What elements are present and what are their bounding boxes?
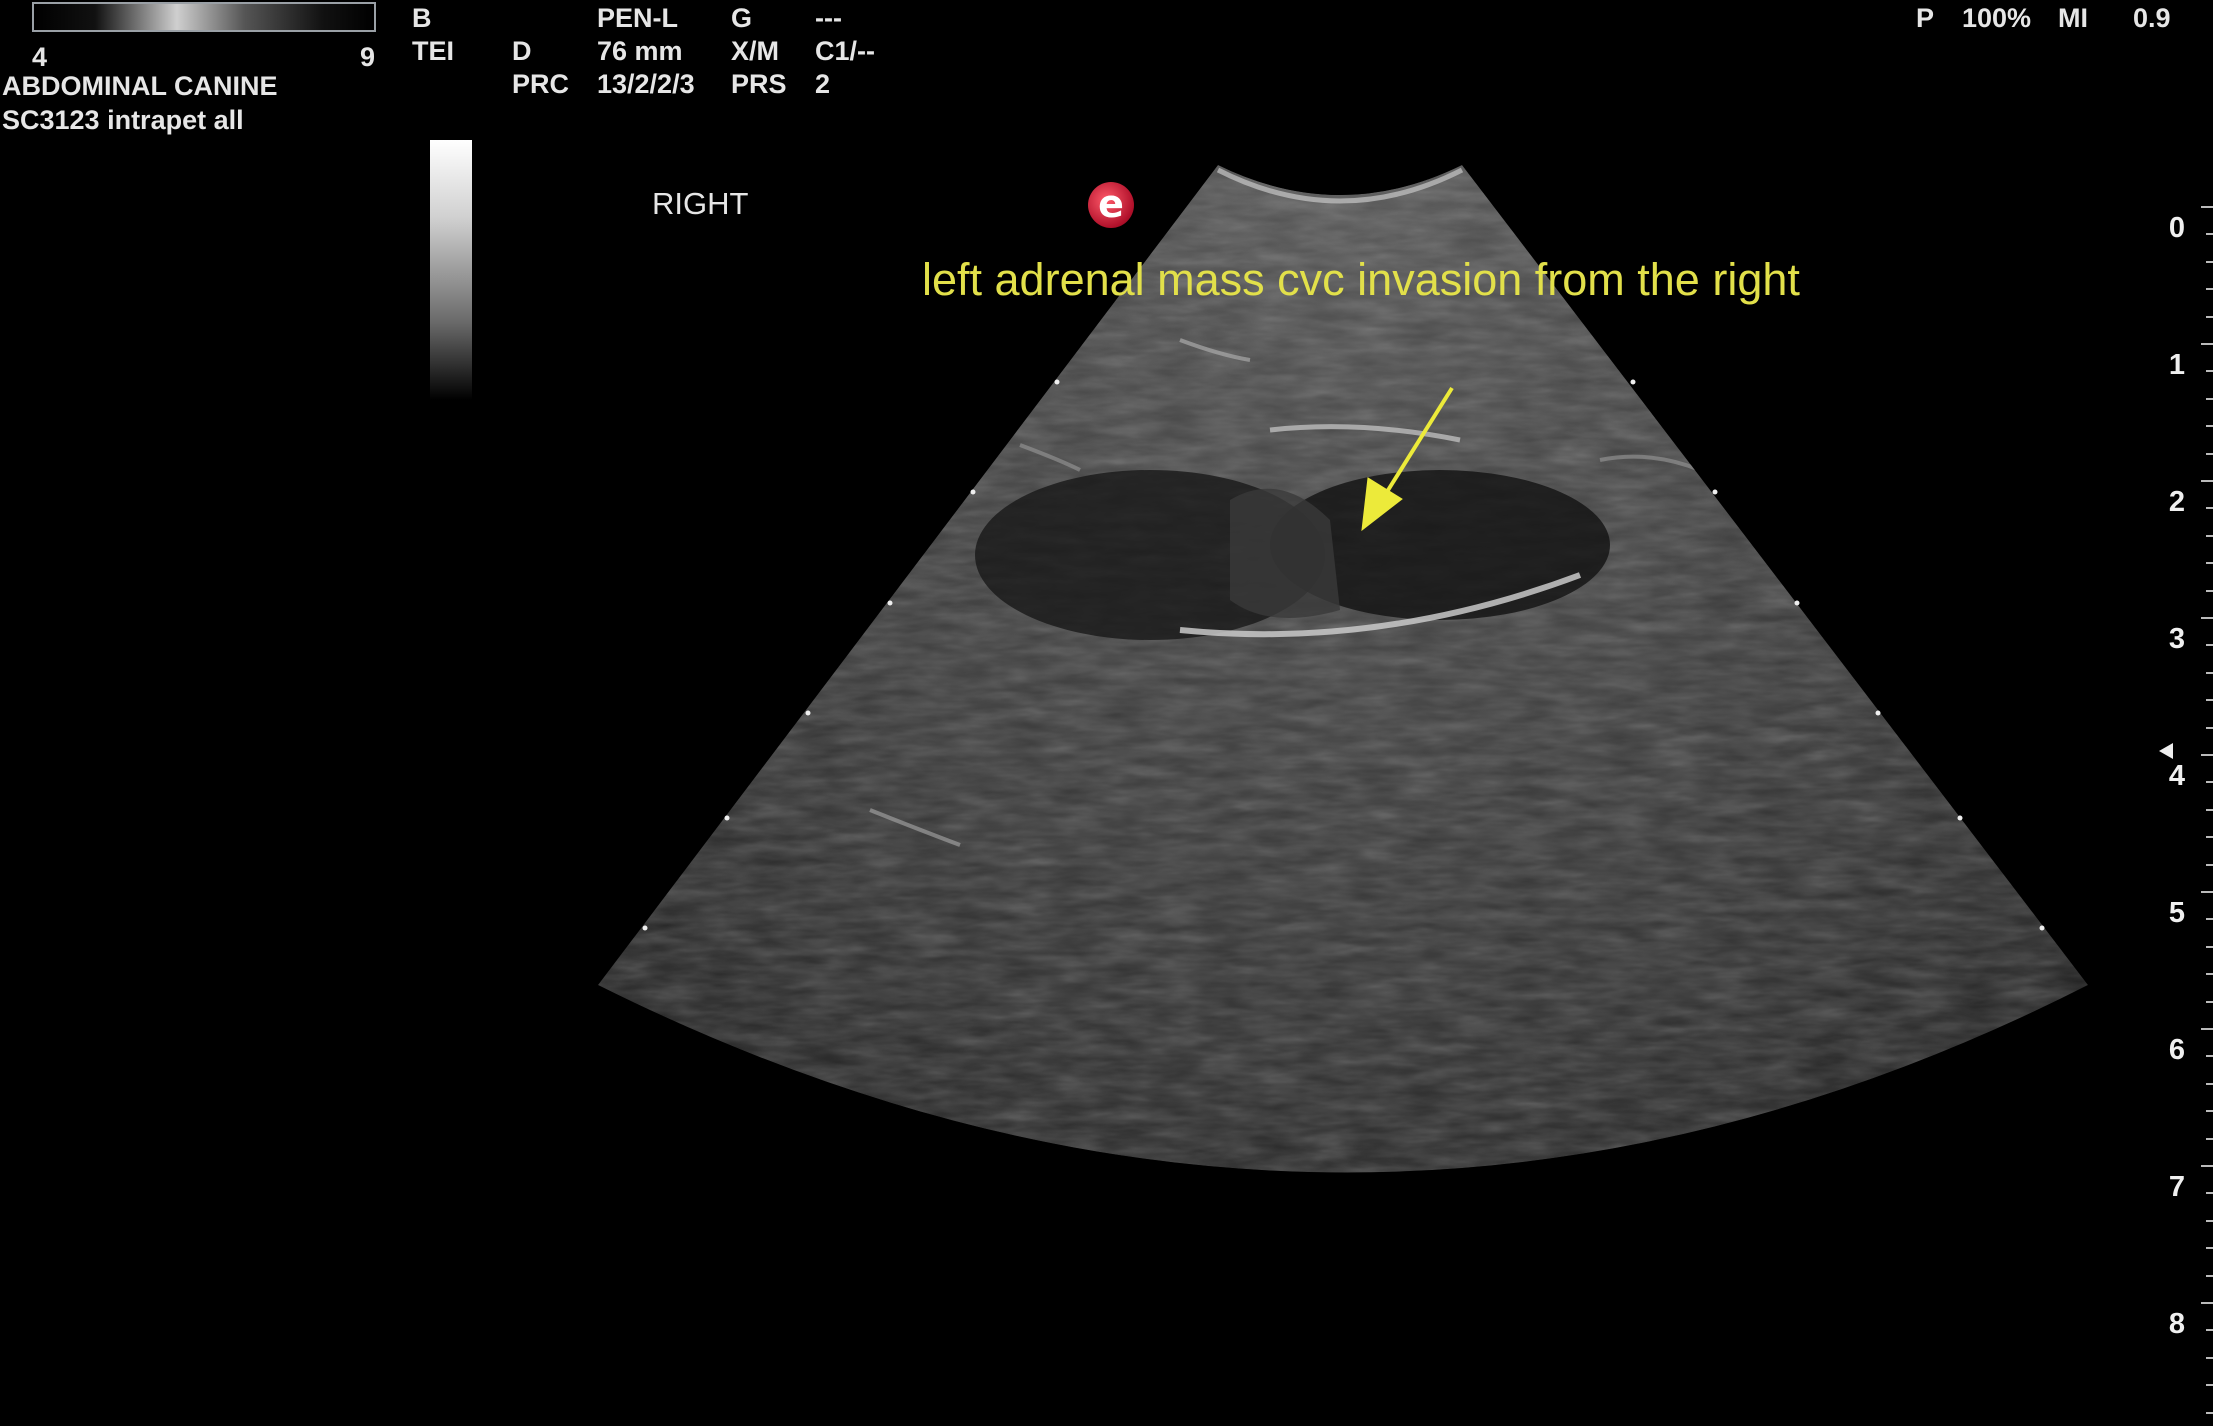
focus-marker-icon [2159,743,2173,759]
gain-label: G [731,3,753,33]
depth-label: 6 [2168,1034,2185,1066]
depth-tick [2206,288,2213,291]
depth-tick [2201,1165,2213,1167]
power-label: P [1916,3,1935,33]
depth-tick [2206,233,2213,236]
tei-label: TEI [412,36,455,66]
preset-label: ABDOMINAL CANINE [2,71,278,101]
mode-label: B [412,3,432,33]
frequency-value: PEN-L [597,3,678,33]
depth-label: 0 [2168,212,2185,244]
depth-label: 2 [2168,486,2185,518]
mi-value: 0.9 [2133,3,2171,33]
depth-tick [2206,1055,2213,1058]
power-value: 100% [1962,3,2032,33]
depth-tick [2206,534,2213,537]
grey-map-bar [430,140,472,400]
depth-tick [2206,781,2213,784]
depth-tick [2201,617,2213,619]
probe-label: SC3123 intrapet all [2,105,244,135]
depth-tick [2206,863,2213,866]
depth-tick [2201,1302,2213,1304]
depth-tick [2206,726,2213,729]
prs-value: 2 [815,69,831,99]
depth-tick [2201,206,2213,208]
depth-tick [2201,480,2213,482]
prs-label: PRS [731,69,787,99]
depth-tick [2206,671,2213,674]
depth-value: 76 mm [597,36,683,66]
prc-value: 13/2/2/3 [597,69,695,99]
orientation-label: RIGHT [652,186,749,221]
depth-label: 5 [2168,897,2185,929]
depth-tick [2206,808,2213,811]
depth-tick [2201,754,2213,756]
depth-tick [2206,918,2213,921]
depth-tick [2206,562,2213,565]
scale-min-label: 4 [32,42,48,72]
depth-field-label: D [512,36,532,66]
prc-label: PRC [512,69,570,99]
depth-tick [2206,1274,2213,1277]
depth-tick [2206,1329,2213,1332]
depth-tick [2201,891,2213,893]
gain-value: --- [815,3,842,33]
depth-tick [2206,1219,2213,1222]
xm-value: C1/-- [815,36,875,66]
depth-tick [2206,1137,2213,1140]
depth-tick [2206,836,2213,839]
depth-label: 3 [2168,623,2185,655]
scale-max-label: 9 [360,42,376,72]
depth-tick [2206,589,2213,592]
depth-tick [2201,343,2213,345]
depth-tick [2206,507,2213,510]
depth-tick [2206,644,2213,647]
depth-tick [2206,452,2213,455]
depth-label: 8 [2168,1308,2185,1340]
depth-tick [2206,1384,2213,1387]
depth-tick [2206,973,2213,976]
depth-tick [2206,425,2213,428]
depth-label: 4 [2168,760,2185,792]
depth-tick [2206,1247,2213,1250]
logo-icon: e [1088,182,1134,228]
depth-tick [2206,1356,2213,1359]
depth-tick [2206,699,2213,702]
depth-tick [2206,945,2213,948]
depth-tick [2206,1192,2213,1195]
depth-tick [2206,397,2213,400]
depth-label: 1 [2168,349,2185,381]
depth-tick [2206,260,2213,263]
depth-label: 7 [2168,1171,2185,1203]
xm-label: X/M [731,36,780,66]
depth-tick [2206,1411,2213,1414]
gray-scale-bar [32,2,376,32]
depth-tick [2206,315,2213,318]
depth-tick [2206,1110,2213,1113]
depth-tick [2206,370,2213,373]
depth-tick [2201,1028,2213,1030]
mi-label: MI [2058,3,2088,33]
depth-tick [2206,1000,2213,1003]
depth-tick [2206,1082,2213,1085]
annotation-text: left adrenal mass cvc invasion from the … [922,254,1800,305]
